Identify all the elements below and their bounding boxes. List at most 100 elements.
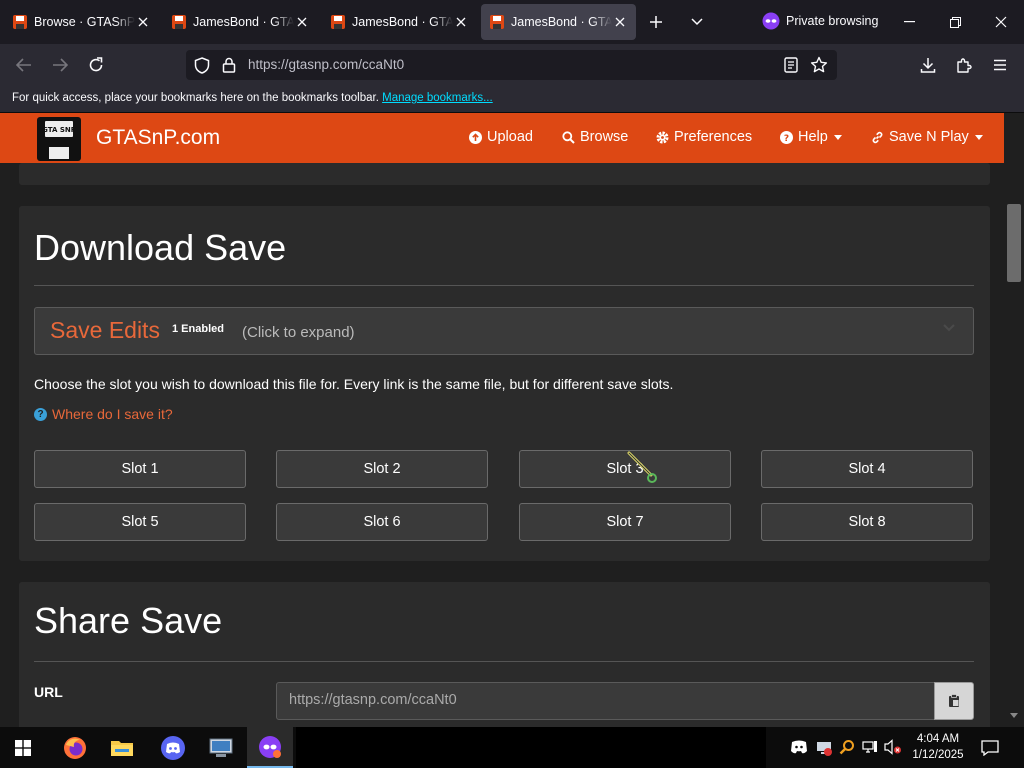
page-viewport: GTA SNP GTASnP.com Upload Browse Prefere… bbox=[0, 113, 1004, 727]
tab-jamesbond-2[interactable]: JamesBond · GTASnP.com bbox=[322, 4, 477, 40]
nav-save-n-play-dropdown[interactable]: Save N Play bbox=[871, 129, 983, 145]
close-tab-icon[interactable] bbox=[612, 14, 628, 30]
downloads-button[interactable] bbox=[914, 51, 942, 79]
forward-arrow-icon bbox=[53, 58, 68, 72]
question-circle-icon: ? bbox=[780, 130, 793, 144]
nav-preferences[interactable]: Preferences bbox=[656, 129, 752, 145]
page-scrollbar[interactable] bbox=[1004, 113, 1024, 727]
tracking-shield-icon[interactable] bbox=[194, 57, 210, 74]
extensions-button[interactable] bbox=[950, 51, 978, 79]
save-edits-title: Save Edits bbox=[50, 317, 160, 343]
folder-icon bbox=[111, 740, 133, 756]
reload-button[interactable] bbox=[82, 51, 110, 79]
restore-button[interactable] bbox=[932, 0, 978, 44]
close-window-button[interactable] bbox=[978, 0, 1024, 44]
navigation-toolbar: https://gtasnp.com/ccaNt0 bbox=[0, 44, 1024, 86]
plus-icon bbox=[650, 16, 662, 28]
search-icon bbox=[562, 130, 575, 144]
discord-tray-icon[interactable] bbox=[790, 739, 808, 755]
nav-browse[interactable]: Browse bbox=[562, 129, 628, 145]
tab-jamesbond-active[interactable]: JamesBond · GTASnP.com bbox=[481, 4, 636, 40]
link-chain-icon bbox=[872, 131, 883, 143]
previous-panel-bottom bbox=[19, 163, 990, 185]
address-bar[interactable]: https://gtasnp.com/ccaNt0 bbox=[186, 50, 837, 80]
volume-muted-tray-icon[interactable] bbox=[884, 739, 902, 755]
tab-title: JamesBond · GTASnP.com bbox=[352, 15, 453, 29]
taskbar-firefox[interactable] bbox=[52, 727, 98, 768]
scroll-down-arrow-icon[interactable] bbox=[1010, 713, 1018, 718]
close-icon bbox=[995, 16, 1007, 28]
slot-7-button[interactable]: Slot 7 bbox=[519, 503, 731, 541]
download-heading: Download Save bbox=[34, 227, 287, 268]
tab-title: JamesBond · GTASnP.com bbox=[511, 15, 612, 29]
notification-icon bbox=[981, 739, 999, 756]
taskbar-remote-desktop[interactable] bbox=[198, 727, 244, 768]
private-browsing-indicator: Private browsing bbox=[762, 12, 878, 30]
chevron-down-icon bbox=[943, 324, 955, 332]
firefox-icon bbox=[64, 736, 86, 759]
minimize-button[interactable] bbox=[886, 0, 932, 44]
download-icon bbox=[920, 58, 936, 73]
nav-help-dropdown[interactable]: ? Help bbox=[780, 129, 842, 145]
notification-center-button[interactable] bbox=[970, 727, 1010, 768]
taskbar-firefox-private[interactable] bbox=[247, 727, 293, 768]
close-tab-icon[interactable] bbox=[453, 14, 469, 30]
slot-3-button[interactable]: Slot 3 bbox=[519, 450, 731, 488]
nav-upload-label: Upload bbox=[487, 129, 533, 145]
share-url-label: URL bbox=[34, 684, 63, 700]
slot-1-button[interactable]: Slot 1 bbox=[34, 450, 246, 488]
site-logo-floppy[interactable]: GTA SNP bbox=[37, 117, 81, 161]
divider bbox=[34, 285, 974, 286]
windows-taskbar: 4:04 AM 1/12/2025 bbox=[0, 727, 1024, 768]
close-tab-icon[interactable] bbox=[294, 14, 310, 30]
start-button[interactable] bbox=[0, 727, 46, 768]
slot-6-button[interactable]: Slot 6 bbox=[276, 503, 488, 541]
site-logo-text: GTA SNP bbox=[45, 126, 73, 134]
divider bbox=[34, 661, 974, 662]
menu-button[interactable] bbox=[986, 51, 1014, 79]
upload-circle-icon bbox=[469, 130, 482, 144]
slot-8-button[interactable]: Slot 8 bbox=[761, 503, 973, 541]
site-brand[interactable]: GTASnP.com bbox=[96, 126, 220, 150]
slot-5-button[interactable]: Slot 5 bbox=[34, 503, 246, 541]
private-browsing-label: Private browsing bbox=[786, 14, 879, 28]
scrollbar-thumb[interactable] bbox=[1007, 204, 1021, 282]
slot-4-button[interactable]: Slot 4 bbox=[761, 450, 973, 488]
forward-button[interactable] bbox=[46, 51, 74, 79]
where-save-link-text[interactable]: Where do I save it? bbox=[52, 406, 173, 422]
taskbar-black-region bbox=[296, 727, 766, 768]
list-tabs-button[interactable] bbox=[683, 8, 711, 36]
where-save-link[interactable]: ? Where do I save it? bbox=[34, 406, 173, 422]
nav-save-n-play-label: Save N Play bbox=[889, 129, 969, 145]
hamburger-icon bbox=[994, 59, 1006, 71]
new-tab-button[interactable] bbox=[642, 8, 670, 36]
tab-title: Browse · GTASnP.com bbox=[34, 15, 135, 29]
search-magnifier-tray-icon[interactable] bbox=[839, 739, 855, 755]
close-tab-icon[interactable] bbox=[135, 14, 151, 30]
taskbar-discord[interactable] bbox=[150, 727, 196, 768]
bookmarks-toolbar: For quick access, place your bookmarks h… bbox=[0, 86, 1024, 113]
slot-2-button[interactable]: Slot 2 bbox=[276, 450, 488, 488]
back-arrow-icon bbox=[16, 58, 31, 72]
bookmark-star-icon[interactable] bbox=[810, 56, 828, 74]
share-save-panel: Share Save URL https://gtasnp.com/ccaNt0 bbox=[19, 582, 990, 727]
tab-browse[interactable]: Browse · GTASnP.com bbox=[4, 4, 159, 40]
tab-jamesbond-1[interactable]: JamesBond · GTASnP.com bbox=[163, 4, 318, 40]
share-url-input[interactable]: https://gtasnp.com/ccaNt0 bbox=[276, 682, 935, 720]
network-warning-tray-icon[interactable] bbox=[815, 739, 833, 757]
save-edits-badge: 1 Enabled bbox=[172, 323, 224, 335]
save-edits-collapsible[interactable]: Save Edits 1 Enabled (Click to expand) bbox=[34, 307, 974, 355]
site-navbar: GTA SNP GTASnP.com Upload Browse Prefere… bbox=[0, 113, 1004, 163]
network-tray-icon[interactable] bbox=[862, 739, 878, 755]
nav-upload[interactable]: Upload bbox=[469, 129, 533, 145]
back-button[interactable] bbox=[10, 51, 38, 79]
url-text[interactable]: https://gtasnp.com/ccaNt0 bbox=[248, 57, 404, 72]
firefox-private-icon bbox=[259, 735, 281, 758]
reader-view-icon[interactable] bbox=[784, 57, 798, 73]
taskbar-file-explorer[interactable] bbox=[99, 727, 145, 768]
copy-url-button[interactable] bbox=[934, 682, 974, 720]
manage-bookmarks-link[interactable]: Manage bookmarks... bbox=[382, 92, 493, 104]
taskbar-clock[interactable]: 4:04 AM 1/12/2025 bbox=[905, 731, 971, 763]
lock-icon[interactable] bbox=[222, 57, 236, 73]
download-description: Choose the slot you wish to download thi… bbox=[34, 376, 674, 392]
